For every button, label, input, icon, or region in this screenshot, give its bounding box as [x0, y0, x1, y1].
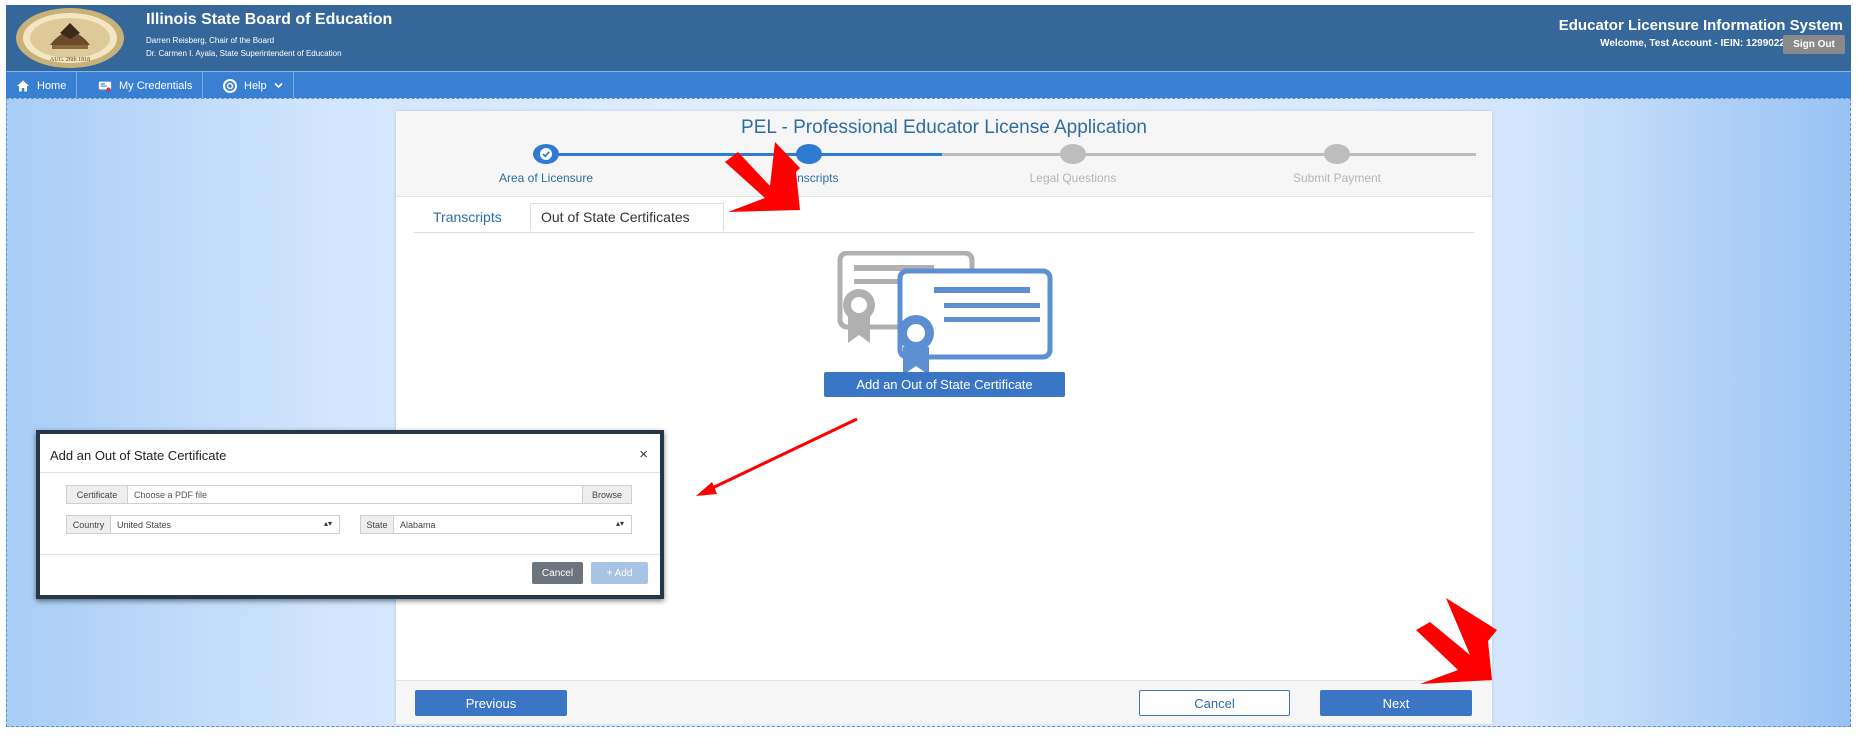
step-circle-legal-questions[interactable] [1060, 144, 1086, 164]
state-select[interactable]: Alabama ▴▾ [393, 515, 632, 534]
chevron-down-icon [274, 80, 283, 92]
step-label-area-of-licensure[interactable]: Area of Licensure [446, 171, 646, 185]
help-icon [223, 78, 237, 93]
close-icon[interactable]: × [639, 446, 648, 463]
org-title: Illinois State Board of Education [146, 11, 393, 28]
check-icon [540, 148, 552, 160]
state-select-value: Alabama [400, 519, 436, 530]
app-frame: AUG. 26th 1818 Illinois State Board of E… [0, 0, 1857, 737]
sign-out-button[interactable]: Sign Out [1783, 35, 1845, 54]
nav-item-home[interactable]: Home [6, 72, 78, 99]
country-label: Country [66, 515, 111, 534]
step-circle-area-of-licensure[interactable] [533, 144, 559, 164]
tab-out-of-state-certificates[interactable]: Out of State Certificates [530, 203, 724, 231]
add-certificate-modal: Add an Out of State Certificate × Certif… [40, 434, 660, 595]
isbe-seal-logo: AUG. 26th 1818 [16, 8, 124, 68]
cancel-button[interactable]: Cancel [1139, 690, 1290, 716]
next-button[interactable]: Next [1320, 690, 1472, 716]
add-out-of-state-certificate-button[interactable]: Add an Out of State Certificate [824, 372, 1065, 397]
card-footer: Previous Cancel Next [396, 680, 1492, 724]
application-card: PEL - Professional Educator License Appl… [396, 111, 1492, 724]
credentials-icon [98, 79, 112, 93]
step-label-submit-payment: Submit Payment [1292, 171, 1382, 185]
main-nav: Home My Credentials Help [6, 71, 1851, 99]
modal-header-divider [40, 472, 660, 473]
browse-button[interactable]: Browse [582, 485, 632, 504]
page-title: PEL - Professional Educator License Appl… [741, 117, 1147, 138]
nav-label-help: Help [244, 79, 267, 92]
nav-item-my-credentials[interactable]: My Credentials [88, 72, 204, 99]
add-certificate-modal-frame: Add an Out of State Certificate × Certif… [36, 430, 664, 599]
step-label-transcripts[interactable]: Transcripts [709, 171, 909, 185]
system-title: Educator Licensure Information System [1558, 17, 1843, 34]
nav-item-help[interactable]: Help [213, 72, 294, 99]
modal-cancel-button[interactable]: Cancel [532, 562, 583, 584]
tab-transcripts[interactable]: Transcripts [422, 203, 532, 231]
step-connector-complete [548, 153, 942, 156]
site-header: AUG. 26th 1818 Illinois State Board of E… [6, 5, 1851, 71]
certificate-label: Certificate [66, 485, 128, 504]
board-chair: Darren Reisberg, Chair of the Board [146, 36, 275, 45]
tab-divider [414, 232, 1474, 233]
select-arrows-icon: ▴▾ [323, 519, 332, 528]
nav-label-home: Home [37, 79, 67, 92]
country-select-value: United States [117, 519, 172, 530]
svg-text:AUG. 26th 1818: AUG. 26th 1818 [50, 57, 90, 63]
country-select[interactable]: United States ▴▾ [110, 515, 340, 534]
step-label-legal-questions: Legal Questions [1029, 171, 1117, 185]
modal-add-button[interactable]: + Add [591, 562, 648, 584]
welcome-text: Welcome, Test Account - IEIN: 1299022 [1600, 38, 1785, 49]
modal-footer-divider [40, 554, 660, 555]
step-connector-upcoming [942, 153, 1476, 156]
select-arrows-icon: ▴▾ [615, 519, 624, 528]
modal-title: Add an Out of State Certificate [50, 448, 227, 463]
certificate-file-input[interactable]: Choose a PDF file [127, 485, 583, 504]
progress-header: PEL - Professional Educator License Appl… [396, 111, 1492, 197]
state-label: State [360, 515, 394, 534]
previous-button[interactable]: Previous [415, 690, 567, 716]
step-circle-transcripts[interactable] [796, 144, 822, 164]
certificates-icon [837, 251, 1053, 375]
superintendent: Dr. Carmen I. Ayala, State Superintenden… [146, 49, 342, 58]
home-icon [16, 79, 30, 93]
step-circle-submit-payment[interactable] [1324, 144, 1350, 164]
nav-label-my-credentials: My Credentials [119, 79, 193, 92]
